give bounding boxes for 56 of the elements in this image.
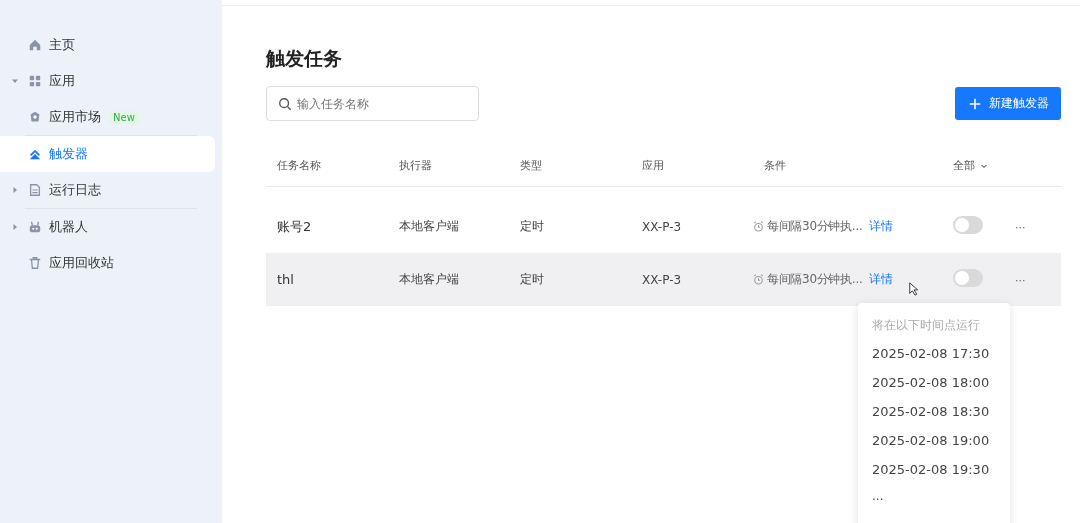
sidebar-item[interactable]: 运行日志 bbox=[0, 172, 215, 208]
toggle-switch[interactable] bbox=[953, 216, 983, 234]
page-title: 触发任务 bbox=[266, 46, 343, 71]
table-cell-text: XX-P-3 bbox=[641, 272, 683, 287]
caret-right-icon bbox=[11, 186, 19, 194]
filter-dropdown[interactable]: 全部 bbox=[942, 158, 1004, 173]
sidebar-item[interactable]: 应用市场 New bbox=[0, 99, 215, 135]
sidebar-item[interactable]: 主页 bbox=[0, 27, 215, 63]
ellipsis-text: ... bbox=[872, 489, 885, 503]
column-header: 类型 bbox=[519, 158, 543, 173]
popover-heading: 将在以下时间点运行 bbox=[872, 317, 981, 334]
schedule-time: 2025-02-08 17:30 bbox=[872, 345, 991, 363]
table-cell-text: 定时 bbox=[519, 218, 545, 235]
column-header: 任务名称 bbox=[276, 158, 322, 173]
schedule-time: 2025-02-08 19:00 bbox=[872, 432, 991, 450]
condition-text: 每间隔30分钟执... bbox=[767, 218, 863, 235]
column-header: 应用 bbox=[641, 158, 665, 173]
sidebar-item[interactable]: 机器人 bbox=[0, 209, 215, 245]
table-row[interactable]: 账号2 本地客户端 定时 XX-P-3 每间隔30分钟执... 详情 ··· bbox=[266, 200, 1061, 253]
store-icon bbox=[28, 110, 42, 124]
table-cell-text: 本地客户端 bbox=[398, 218, 460, 235]
more-button[interactable]: ··· bbox=[1015, 220, 1026, 234]
sidebar-item[interactable]: 触发器 bbox=[0, 136, 215, 172]
caret-right-icon bbox=[11, 223, 19, 231]
column-header: 条件 bbox=[763, 158, 787, 173]
table-cell-text: 本地客户端 bbox=[398, 271, 460, 288]
sidebar-item[interactable]: 应用回收站 bbox=[0, 245, 215, 281]
plus-icon bbox=[969, 97, 981, 110]
schedule-time: 2025-02-08 18:00 bbox=[872, 374, 991, 392]
grid-icon bbox=[28, 74, 42, 88]
detail-link[interactable]: 详情 bbox=[869, 218, 894, 235]
robot-icon bbox=[28, 220, 42, 234]
table-cell-text: 账号2 bbox=[276, 217, 313, 236]
table-row[interactable]: thl 本地客户端 定时 XX-P-3 每间隔30分钟执... 详情 ··· bbox=[266, 253, 1061, 306]
alarm-clock-icon bbox=[753, 221, 764, 232]
house-icon bbox=[28, 38, 42, 52]
caret-down-icon bbox=[11, 77, 19, 85]
table-cell-text: XX-P-3 bbox=[641, 219, 683, 234]
detail-link[interactable]: 详情 bbox=[869, 271, 894, 288]
column-header: 执行器 bbox=[398, 158, 433, 173]
table-cell-text: 定时 bbox=[519, 271, 545, 288]
chevron-up-icon bbox=[28, 147, 42, 161]
schedule-time: 2025-02-08 18:30 bbox=[872, 403, 991, 421]
table-cell-text: thl bbox=[276, 272, 295, 287]
document-icon bbox=[28, 183, 42, 197]
schedule-time: 2025-02-08 19:30 bbox=[872, 461, 991, 479]
new-trigger-button[interactable]: 新建触发器 bbox=[955, 87, 1061, 120]
sidebar-item[interactable]: 应用 bbox=[0, 63, 215, 99]
trash-icon bbox=[28, 256, 42, 270]
alarm-clock-icon bbox=[753, 274, 764, 285]
toggle-switch[interactable] bbox=[953, 269, 983, 287]
search-icon bbox=[278, 97, 292, 111]
more-button[interactable]: ··· bbox=[1015, 273, 1026, 287]
new-badge: New bbox=[109, 110, 139, 124]
condition-text: 每间隔30分钟执... bbox=[767, 271, 863, 288]
search-field[interactable]: 输入任务名称 bbox=[266, 86, 479, 121]
